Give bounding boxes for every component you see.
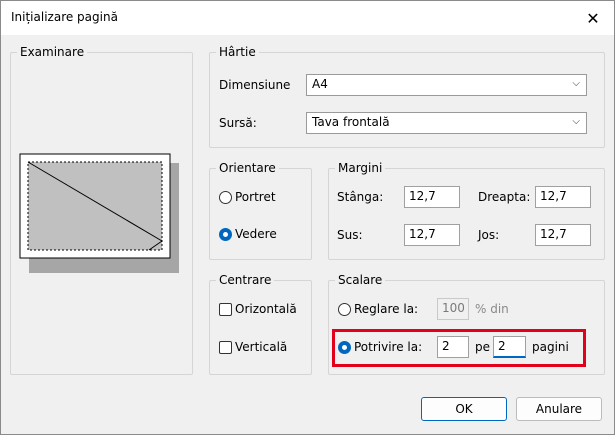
landscape-label[interactable]: Vedere <box>235 226 277 242</box>
center-horizontal-label[interactable]: Orizontală <box>235 301 297 317</box>
preview-group: Examinare <box>10 45 193 375</box>
paper-legend: Hârtie <box>216 45 259 60</box>
margin-bottom-label: Jos: <box>478 228 500 242</box>
margins-group: Margini <box>328 161 605 260</box>
margin-left-input[interactable]: 12,7 <box>404 186 460 208</box>
window-title: Inițializare pagină <box>11 10 118 24</box>
margin-bottom-input[interactable]: 12,7 <box>535 224 591 246</box>
title-bar: Inițializare pagină ✕ <box>1 1 614 35</box>
centering-legend: Centrare <box>216 273 275 288</box>
orientation-legend: Orientare <box>216 161 279 176</box>
margin-right-input[interactable]: 12,7 <box>535 186 591 208</box>
page-setup-dialog: Inițializare pagină ✕ Examinare Hârtie D… <box>0 0 615 435</box>
close-icon: ✕ <box>586 8 600 28</box>
paper-source-select[interactable]: Tava frontală ⌵ <box>306 112 587 134</box>
orientation-group: Orientare <box>209 161 312 260</box>
center-vertical-label[interactable]: Verticală <box>235 339 287 355</box>
paper-source-value: Tava frontală <box>312 115 390 129</box>
margin-left-label: Stânga: <box>337 190 384 204</box>
margins-legend: Margini <box>335 161 386 176</box>
cancel-button[interactable]: Anulare <box>516 397 602 421</box>
adjust-to-radio[interactable] <box>338 303 351 316</box>
center-horizontal-checkbox[interactable] <box>219 303 232 316</box>
adjust-to-percent-input[interactable]: 100 <box>437 298 469 320</box>
chevron-down-icon: ⌵ <box>572 78 580 89</box>
margin-top-label: Sus: <box>337 228 363 242</box>
portrait-radio[interactable] <box>219 191 232 204</box>
margin-right-label: Dreapta: <box>478 190 531 204</box>
close-button[interactable]: ✕ <box>572 1 614 35</box>
chevron-down-icon: ⌵ <box>572 116 580 127</box>
page-preview-image <box>19 153 179 273</box>
margin-top-input[interactable]: 12,7 <box>404 224 460 246</box>
ok-button[interactable]: OK <box>421 397 507 421</box>
paper-size-select[interactable]: A4 ⌵ <box>306 74 587 96</box>
paper-size-label: Dimensiune <box>219 78 291 92</box>
landscape-radio[interactable] <box>219 228 232 241</box>
paper-source-label: Sursă: <box>219 116 257 130</box>
adjust-to-label[interactable]: Reglare la: <box>354 301 418 317</box>
portrait-label[interactable]: Portret <box>235 189 276 205</box>
fit-to-highlight-box <box>332 329 586 367</box>
center-vertical-checkbox[interactable] <box>219 341 232 354</box>
scaling-legend: Scalare <box>335 273 386 288</box>
preview-legend: Examinare <box>17 45 88 60</box>
paper-size-value: A4 <box>312 77 328 91</box>
centering-group: Centrare <box>209 273 312 375</box>
adjust-to-suffix: % din <box>475 302 509 316</box>
